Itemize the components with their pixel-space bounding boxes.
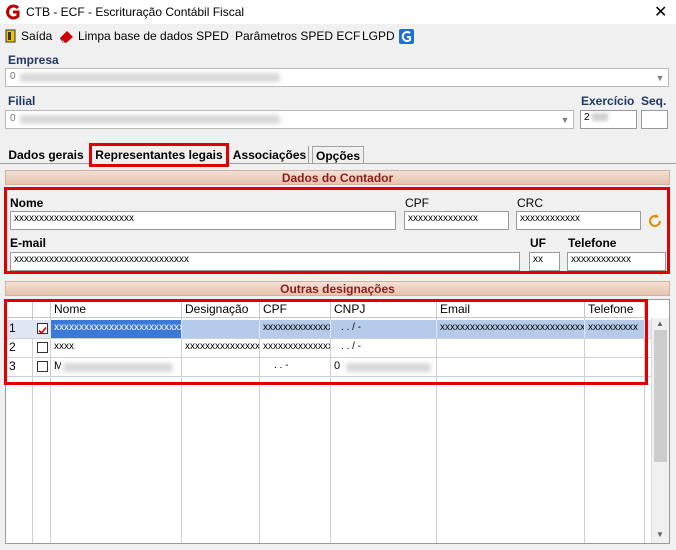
nome-field[interactable]: xxxxxxxxxxxxxxxxxxxxxxxx bbox=[10, 211, 396, 230]
col-header-cnpj[interactable]: CNPJ bbox=[331, 300, 437, 318]
cell-nome[interactable]: xxxx bbox=[51, 339, 181, 357]
scroll-up-icon[interactable]: ▲ bbox=[656, 319, 664, 328]
lgpd-button[interactable]: LGPD bbox=[362, 28, 414, 44]
exercicio-label: Exercício bbox=[581, 94, 635, 108]
cell-cpf[interactable]: . . - bbox=[260, 358, 330, 376]
row-checkbox[interactable] bbox=[37, 323, 48, 335]
cell-cnpj[interactable]: . . / - bbox=[331, 320, 436, 338]
uf-field[interactable]: xx bbox=[529, 252, 560, 271]
close-icon[interactable]: ✕ bbox=[654, 2, 667, 22]
exit-button[interactable]: Saída bbox=[5, 28, 52, 44]
cell-nome[interactable]: xxxxxxxxxxxxxxxxxxxxxxxxxxxx bbox=[51, 320, 181, 338]
seq-field[interactable] bbox=[641, 110, 668, 129]
cell-nome[interactable]: M bbox=[51, 358, 61, 376]
col-header-telefone[interactable]: Telefone bbox=[585, 300, 645, 318]
exercicio-field[interactable]: 2 bbox=[580, 110, 637, 129]
cell-designacao[interactable] bbox=[182, 358, 259, 376]
lgpd-label: LGPD bbox=[362, 29, 395, 43]
uf-label: UF bbox=[530, 236, 546, 250]
filial-label: Filial bbox=[8, 94, 36, 108]
exercicio-redacted bbox=[592, 113, 609, 122]
row-number: 3 bbox=[9, 359, 16, 373]
clear-database-label: Limpa base de dados SPED bbox=[78, 29, 229, 43]
nome-redacted bbox=[63, 363, 173, 372]
empresa-value: 0 bbox=[10, 71, 16, 82]
check-icon bbox=[38, 326, 47, 335]
cell-cpf[interactable]: xxxxxxxxxxxxxx bbox=[260, 320, 330, 338]
tab-opcoes[interactable]: Opções bbox=[312, 146, 364, 164]
filial-value: 0 bbox=[10, 113, 16, 124]
col-header-num bbox=[6, 300, 33, 318]
filial-redacted bbox=[20, 115, 280, 124]
sped-params-button[interactable]: Parâmetros SPED ECF bbox=[235, 28, 360, 44]
scroll-thumb[interactable] bbox=[654, 330, 667, 462]
telefone-field[interactable]: xxxxxxxxxxxx bbox=[567, 252, 666, 271]
clear-database-button[interactable]: Limpa base de dados SPED bbox=[58, 28, 229, 44]
col-header-nome[interactable]: Nome bbox=[51, 300, 182, 318]
cell-telefone[interactable]: xxxxxxxxxx bbox=[585, 320, 644, 338]
cell-email[interactable]: xxxxxxxxxxxxxxxxxxxxxxxxxxxxxxxxxxxxxx bbox=[437, 320, 584, 338]
refresh-icon[interactable] bbox=[647, 213, 663, 229]
email-label: E-mail bbox=[10, 236, 47, 250]
cell-telefone[interactable] bbox=[585, 358, 644, 376]
filial-select[interactable]: 0 ▼ bbox=[5, 110, 574, 129]
table-row[interactable]: 3 M . . - 0 bbox=[6, 358, 651, 377]
cell-designacao[interactable]: xxxxxxxxxxxxxxxxx bbox=[182, 339, 259, 357]
empresa-label: Empresa bbox=[8, 53, 59, 67]
row-number: 1 bbox=[9, 321, 16, 335]
exit-label: Saída bbox=[21, 29, 53, 43]
empresa-select[interactable]: 0 ▼ bbox=[5, 68, 669, 87]
row-checkbox[interactable] bbox=[37, 361, 48, 372]
sped-params-label: Parâmetros SPED ECF bbox=[235, 29, 361, 43]
cell-email[interactable] bbox=[437, 339, 584, 357]
email-field[interactable]: xxxxxxxxxxxxxxxxxxxxxxxxxxxxxxxxxxx bbox=[10, 252, 520, 271]
scroll-down-icon[interactable]: ▼ bbox=[656, 530, 664, 539]
cell-cnpj[interactable]: . . / - bbox=[331, 339, 436, 357]
cell-email[interactable] bbox=[437, 358, 584, 376]
col-header-check bbox=[33, 300, 51, 318]
lgpd-g-icon bbox=[398, 28, 414, 44]
tab-dados-gerais[interactable]: Dados gerais bbox=[5, 146, 87, 164]
exit-icon bbox=[5, 29, 16, 43]
tab-associacoes[interactable]: Associações bbox=[231, 146, 309, 164]
designacoes-grid[interactable]: Nome Designação CPF CNPJ Email Telefone … bbox=[5, 299, 670, 544]
app-logo-icon bbox=[6, 4, 20, 20]
exercicio-value: 2 bbox=[584, 112, 590, 123]
telefone-label: Telefone bbox=[568, 236, 617, 250]
chevron-down-icon[interactable]: ▼ bbox=[557, 111, 573, 128]
designacoes-header: Outras designações bbox=[5, 281, 670, 296]
crc-field[interactable]: xxxxxxxxxxxx bbox=[516, 211, 641, 230]
cpf-field[interactable]: xxxxxxxxxxxxxx bbox=[404, 211, 509, 230]
empresa-redacted bbox=[20, 73, 280, 82]
cnpj-redacted bbox=[346, 363, 431, 372]
table-row[interactable]: 2 xxxx xxxxxxxxxxxxxxxxx xxxxxxxxxxxxxx … bbox=[6, 339, 651, 358]
eraser-icon bbox=[59, 31, 73, 43]
col-header-designacao[interactable]: Designação bbox=[182, 300, 260, 318]
chevron-down-icon[interactable]: ▼ bbox=[652, 69, 668, 86]
nome-label: Nome bbox=[10, 196, 44, 210]
crc-label: CRC bbox=[517, 196, 543, 210]
cell-cnpj[interactable]: 0 bbox=[331, 358, 345, 376]
col-header-email[interactable]: Email bbox=[437, 300, 585, 318]
cpf-label: CPF bbox=[405, 196, 429, 210]
seq-label: Seq. bbox=[641, 94, 667, 108]
cell-cpf[interactable]: xxxxxxxxxxxxxx bbox=[260, 339, 330, 357]
row-number: 2 bbox=[9, 340, 16, 354]
tab-representantes-legais[interactable]: Representantes legais bbox=[89, 143, 229, 167]
vertical-scrollbar[interactable]: ▲ ▼ bbox=[651, 318, 669, 543]
col-header-cpf[interactable]: CPF bbox=[260, 300, 331, 318]
contador-header: Dados do Contador bbox=[5, 170, 670, 185]
window-title: CTB - ECF - Escrituração Contábil Fiscal bbox=[26, 5, 245, 19]
cell-designacao[interactable] bbox=[182, 320, 259, 338]
table-row[interactable]: 1 xxxxxxxxxxxxxxxxxxxxxxxxxxxx xxxxxxxxx… bbox=[6, 320, 651, 339]
cell-telefone[interactable] bbox=[585, 339, 644, 357]
row-checkbox[interactable] bbox=[37, 342, 48, 353]
